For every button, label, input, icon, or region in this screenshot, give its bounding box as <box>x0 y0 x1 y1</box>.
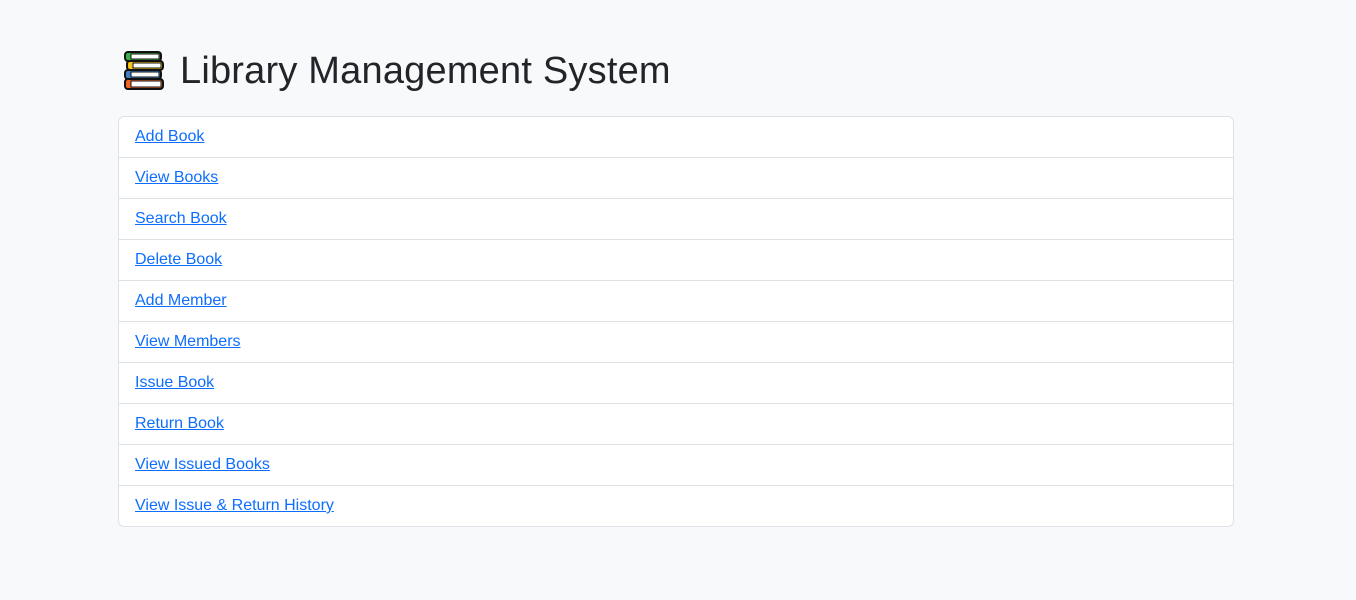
menu-item-add-book: Add Book <box>119 117 1233 158</box>
page-header: Library Management System <box>118 48 1234 94</box>
menu-item-view-members: View Members <box>119 322 1233 363</box>
menu-item-view-issued-books: View Issued Books <box>119 445 1233 486</box>
main-container: Library Management System Add Book View … <box>118 48 1234 527</box>
search-book-link[interactable]: Search Book <box>135 210 227 228</box>
books-icon <box>122 49 166 93</box>
menu-item-view-history: View Issue & Return History <box>119 486 1233 526</box>
menu-item-view-books: View Books <box>119 158 1233 199</box>
menu-item-issue-book: Issue Book <box>119 363 1233 404</box>
add-member-link[interactable]: Add Member <box>135 292 227 310</box>
menu-item-add-member: Add Member <box>119 281 1233 322</box>
menu-item-return-book: Return Book <box>119 404 1233 445</box>
page-title: Library Management System <box>180 50 671 92</box>
view-books-link[interactable]: View Books <box>135 169 218 187</box>
add-book-link[interactable]: Add Book <box>135 128 204 146</box>
return-book-link[interactable]: Return Book <box>135 415 224 433</box>
menu-item-delete-book: Delete Book <box>119 240 1233 281</box>
view-members-link[interactable]: View Members <box>135 333 241 351</box>
issue-book-link[interactable]: Issue Book <box>135 374 214 392</box>
menu-list: Add Book View Books Search Book Delete B… <box>118 116 1234 527</box>
delete-book-link[interactable]: Delete Book <box>135 251 222 269</box>
menu-item-search-book: Search Book <box>119 199 1233 240</box>
view-issued-books-link[interactable]: View Issued Books <box>135 456 270 474</box>
view-issue-return-history-link[interactable]: View Issue & Return History <box>135 497 334 515</box>
